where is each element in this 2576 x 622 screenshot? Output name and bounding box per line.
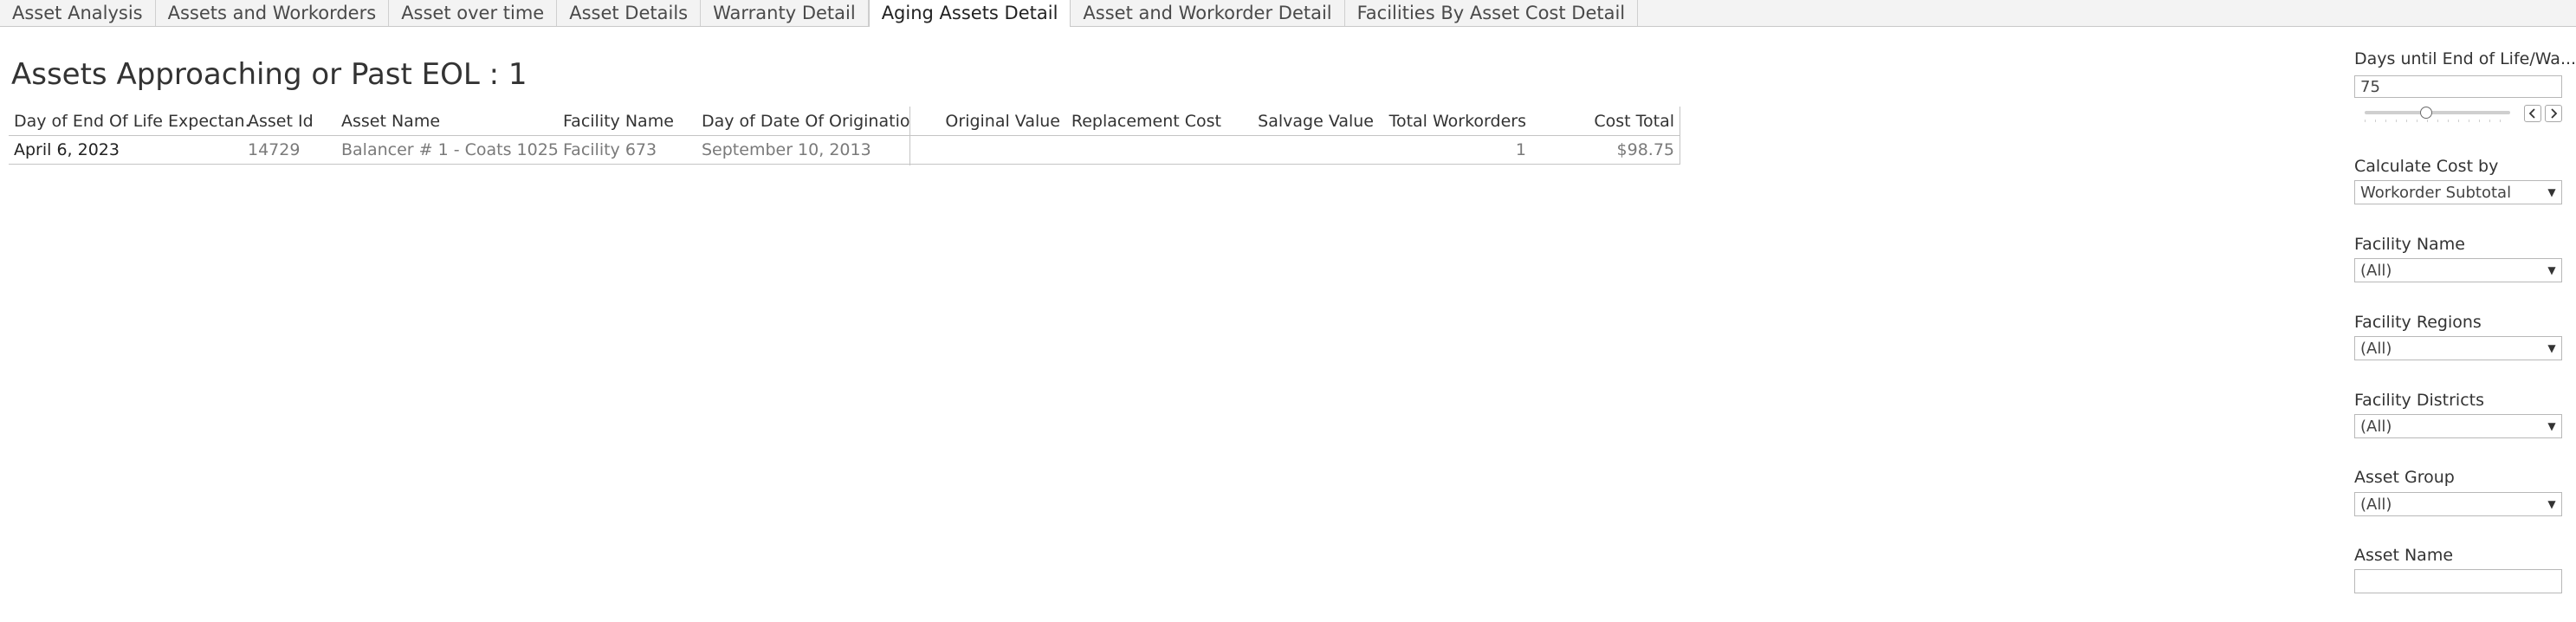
cell-cost-total: $98.75 — [1616, 140, 1674, 159]
tab-aging-assets-detail[interactable]: Aging Assets Detail — [868, 0, 1071, 27]
cell-total-workorders: 1 — [1515, 140, 1526, 159]
facility-districts-filter-value: (All) — [2360, 417, 2392, 436]
cell-replacement-cost — [1065, 136, 1221, 164]
filter-panel: Days until End of Life/Wa... 75 Calculat… — [2354, 0, 2576, 622]
days-until-eol-slider-track[interactable] — [2365, 111, 2510, 114]
tab-asset-analysis[interactable]: Asset Analysis — [0, 0, 156, 26]
table-header-row: Day of End Of Life Expectan.. Asset Id A… — [9, 107, 1680, 136]
tab-facilities-by-asset-cost-detail[interactable]: Facilities By Asset Cost Detail — [1344, 0, 1639, 26]
table-row[interactable]: April 6, 2023 14729 Balancer # 1 - Coats… — [9, 136, 1680, 165]
chevron-down-icon: ▼ — [2547, 264, 2556, 276]
calculate-cost-by-label: Calculate Cost by — [2354, 157, 2499, 176]
asset-name-search-input[interactable] — [2354, 569, 2562, 593]
dashboard-tab-bar: Asset Analysis Assets and Workorders Ass… — [0, 0, 2576, 27]
chevron-down-icon: ▼ — [2547, 342, 2556, 354]
header-asset-id[interactable]: Asset Id — [248, 107, 334, 135]
asset-name-filter-label: Asset Name — [2354, 546, 2454, 565]
days-until-eol-input[interactable]: 75 — [2354, 75, 2562, 98]
days-until-eol-label: Days until End of Life/Wa... — [2354, 49, 2576, 68]
header-asset-name[interactable]: Asset Name — [341, 107, 558, 135]
tab-assets-and-workorders[interactable]: Assets and Workorders — [155, 0, 390, 26]
aging-assets-table: Day of End Of Life Expectan.. Asset Id A… — [9, 107, 1680, 165]
pane-divider — [909, 107, 910, 165]
facility-regions-filter-value: (All) — [2360, 339, 2392, 358]
slider-next-button[interactable] — [2545, 105, 2562, 122]
facility-name-filter-value: (All) — [2360, 261, 2392, 280]
asset-group-filter-label: Asset Group — [2354, 468, 2455, 487]
asset-group-filter-value: (All) — [2360, 495, 2392, 514]
asset-group-dropdown[interactable]: (All) ▼ — [2354, 492, 2562, 516]
chevron-down-icon: ▼ — [2547, 186, 2556, 198]
facility-districts-dropdown[interactable]: (All) ▼ — [2354, 414, 2562, 438]
facility-name-dropdown[interactable]: (All) ▼ — [2354, 258, 2562, 282]
header-original-value[interactable]: Original Value — [918, 107, 1060, 135]
cell-asset-name: Balancer # 1 - Coats 1025 .. — [341, 140, 558, 159]
header-cost-total[interactable]: Cost Total — [1533, 107, 1674, 135]
header-salvage-value[interactable]: Salvage Value — [1230, 107, 1374, 135]
chevron-right-icon — [2551, 108, 2558, 119]
page-title: Assets Approaching or Past EOL : 1 — [11, 57, 527, 92]
chevron-down-icon: ▼ — [2547, 498, 2556, 510]
header-eol-day[interactable]: Day of End Of Life Expectan.. — [14, 107, 249, 135]
header-facility-name[interactable]: Facility Name — [563, 107, 693, 135]
tab-asset-and-workorder-detail[interactable]: Asset and Workorder Detail — [1071, 0, 1345, 26]
cell-salvage-value — [1230, 136, 1374, 164]
cell-facility-name: Facility 673 — [563, 140, 657, 159]
days-until-eol-slider-ticks — [2365, 120, 2510, 122]
header-replacement-cost[interactable]: Replacement Cost — [1065, 107, 1221, 135]
tab-asset-details[interactable]: Asset Details — [557, 0, 702, 26]
facility-districts-filter-label: Facility Districts — [2354, 391, 2484, 410]
cell-origination-day: September 10, 2013 — [702, 140, 871, 159]
calculate-cost-by-value: Workorder Subtotal — [2360, 183, 2512, 202]
chevron-down-icon: ▼ — [2547, 420, 2556, 432]
calculate-cost-by-dropdown[interactable]: Workorder Subtotal ▼ — [2354, 180, 2562, 204]
chevron-left-icon — [2528, 108, 2535, 119]
header-origination-day[interactable]: Day of Date Of Origination — [702, 107, 909, 135]
header-total-workorders[interactable]: Total Workorders — [1377, 107, 1526, 135]
facility-regions-dropdown[interactable]: (All) ▼ — [2354, 336, 2562, 360]
cell-original-value — [918, 136, 1060, 164]
tab-asset-over-time[interactable]: Asset over time — [389, 0, 558, 26]
tab-warranty-detail[interactable]: Warranty Detail — [701, 0, 869, 26]
days-until-eol-slider-thumb[interactable] — [2419, 107, 2432, 119]
cell-eol-day: April 6, 2023 — [14, 140, 120, 159]
facility-name-filter-label: Facility Name — [2354, 235, 2465, 254]
days-until-eol-value: 75 — [2360, 77, 2380, 96]
facility-regions-filter-label: Facility Regions — [2354, 313, 2482, 332]
slider-prev-button[interactable] — [2524, 105, 2541, 122]
cell-asset-id: 14729 — [248, 140, 301, 159]
